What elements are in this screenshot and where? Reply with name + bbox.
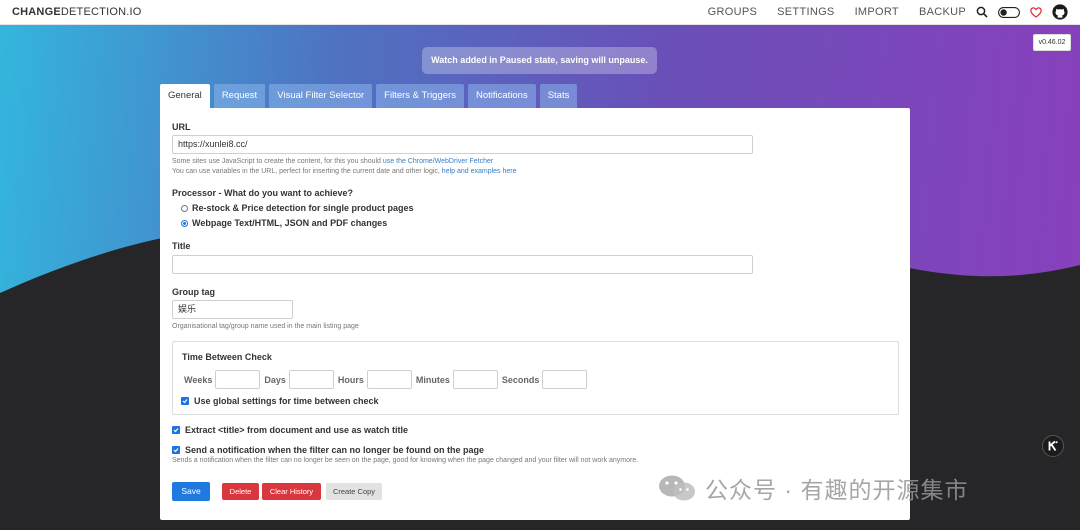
top-bar: CHANGEDETECTION.IO GROUPS SETTINGS IMPOR…: [0, 0, 1080, 25]
group-tag-help: Organisational tag/group name used in th…: [172, 323, 359, 330]
hours-input[interactable]: [366, 370, 412, 389]
tab-general[interactable]: General: [160, 84, 210, 108]
notify-filter-row[interactable]: Send a notification when the filter can …: [172, 445, 484, 455]
heart-icon[interactable]: [1030, 6, 1042, 18]
title-label: Title: [172, 241, 191, 251]
wechat-icon: [659, 475, 695, 501]
url-label: URL: [172, 122, 191, 132]
chrome-fetcher-link[interactable]: use the Chrome/WebDriver Fetcher: [383, 158, 493, 165]
nav-groups[interactable]: GROUPS: [708, 6, 757, 18]
edit-form-panel: URL https://xunlei8.cc/ Some sites use J…: [160, 108, 910, 520]
hours-label: Hours: [337, 374, 364, 385]
tab-bar: General Request Visual Filter Selector F…: [160, 84, 581, 108]
github-icon[interactable]: [1052, 4, 1068, 20]
create-copy-button[interactable]: Create Copy: [326, 483, 382, 500]
site-logo[interactable]: CHANGEDETECTION.IO: [12, 6, 142, 18]
tab-notifications[interactable]: Notifications: [467, 84, 536, 108]
notify-filter-help: Sends a notification when the filter can…: [172, 457, 639, 464]
search-icon[interactable]: [976, 6, 988, 18]
group-tag-input[interactable]: 娱乐: [172, 300, 293, 319]
time-between-check-label: Time Between Check: [182, 352, 272, 362]
global-time-checkbox[interactable]: [181, 397, 189, 405]
seconds-input[interactable]: [542, 370, 588, 389]
title-input[interactable]: [172, 255, 753, 274]
processor-option-restock[interactable]: Re-stock & Price detection for single pr…: [181, 203, 414, 213]
processor-option-webpage[interactable]: Webpage Text/HTML, JSON and PDF changes: [181, 218, 387, 228]
url-help-fetcher: Some sites use JavaScript to create the …: [172, 158, 494, 165]
tab-visual-filter-selector[interactable]: Visual Filter Selector: [269, 84, 373, 108]
radio-webpage[interactable]: [181, 219, 188, 227]
delete-button[interactable]: Delete: [222, 483, 259, 500]
nav-backup[interactable]: BACKUP: [919, 6, 966, 18]
notify-filter-checkbox[interactable]: [172, 446, 180, 454]
help-examples-link[interactable]: help and examples here: [442, 168, 517, 175]
tab-stats[interactable]: Stats: [539, 84, 578, 108]
days-label: Days: [264, 374, 286, 385]
k-floating-icon[interactable]: [1042, 435, 1064, 457]
minutes-input[interactable]: [452, 370, 498, 389]
version-badge: v0.46.02: [1033, 34, 1071, 51]
main-nav: GROUPS SETTINGS IMPORT BACKUP: [688, 4, 1068, 20]
seconds-label: Seconds: [501, 374, 540, 385]
tab-request[interactable]: Request: [213, 84, 266, 108]
url-help-variables: You can use variables in the URL, perfec…: [172, 168, 517, 175]
radio-restock[interactable]: [181, 204, 188, 212]
extract-title-checkbox[interactable]: [172, 426, 180, 434]
clear-history-button[interactable]: Clear History: [262, 483, 321, 500]
nav-settings[interactable]: SETTINGS: [777, 6, 834, 18]
time-between-check-row: Weeks Days Hours Minutes Seconds: [184, 370, 591, 389]
group-tag-label: Group tag: [172, 287, 215, 297]
weeks-input[interactable]: [215, 370, 261, 389]
watermark-text: 公众号 · 有趣的开源集市: [705, 477, 969, 503]
tab-filters-triggers[interactable]: Filters & Triggers: [376, 84, 464, 108]
dark-mode-toggle-icon[interactable]: [998, 6, 1020, 18]
processor-label: Processor - What do you want to achieve?: [172, 188, 354, 198]
days-input[interactable]: [288, 370, 334, 389]
url-input[interactable]: https://xunlei8.cc/: [172, 135, 753, 154]
extract-title-row[interactable]: Extract <title> from document and use as…: [172, 425, 408, 435]
nav-import[interactable]: IMPORT: [855, 6, 899, 18]
watermark: 公众号 · 有趣的开源集市: [657, 471, 968, 505]
save-button[interactable]: Save: [172, 482, 210, 501]
minutes-label: Minutes: [415, 374, 450, 385]
notice-message: Watch added in Paused state, saving will…: [422, 47, 657, 74]
weeks-label: Weeks: [184, 374, 213, 385]
global-time-setting-row[interactable]: Use global settings for time between che…: [181, 396, 379, 406]
